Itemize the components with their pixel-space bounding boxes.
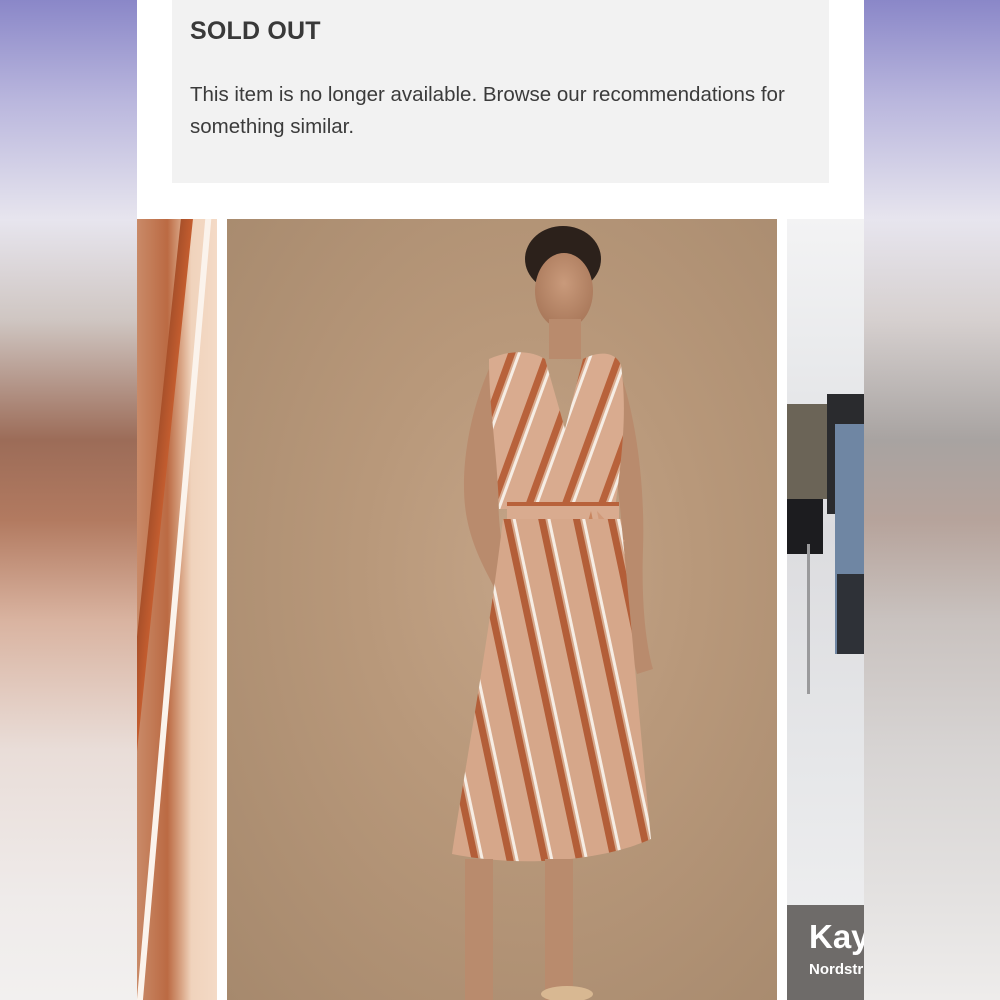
blurred-background-right (864, 0, 1000, 1000)
caption-line-2: Nordstr (809, 961, 864, 978)
product-image[interactable] (227, 219, 777, 1000)
caption-line-1: Kay (809, 918, 864, 955)
product-panel: SOLD OUT This item is no longer availabl… (137, 0, 864, 1000)
previous-image-thumbnail[interactable] (137, 219, 217, 1000)
store-clothing-rack (787, 394, 864, 694)
blurred-background-left (0, 0, 137, 1000)
sold-out-notice: SOLD OUT This item is no longer availabl… (172, 0, 829, 183)
image-carousel[interactable]: Kay Nordstr (137, 219, 864, 1000)
model-in-striped-dress-image (452, 226, 653, 1000)
sold-out-message: This item is no longer available. Browse… (190, 83, 785, 138)
next-thumbnail-caption: Kay Nordstr (787, 905, 864, 1000)
next-image-thumbnail[interactable]: Kay Nordstr (787, 219, 864, 1000)
sold-out-title: SOLD OUT (190, 17, 321, 45)
fabric-stripe (137, 219, 195, 1000)
